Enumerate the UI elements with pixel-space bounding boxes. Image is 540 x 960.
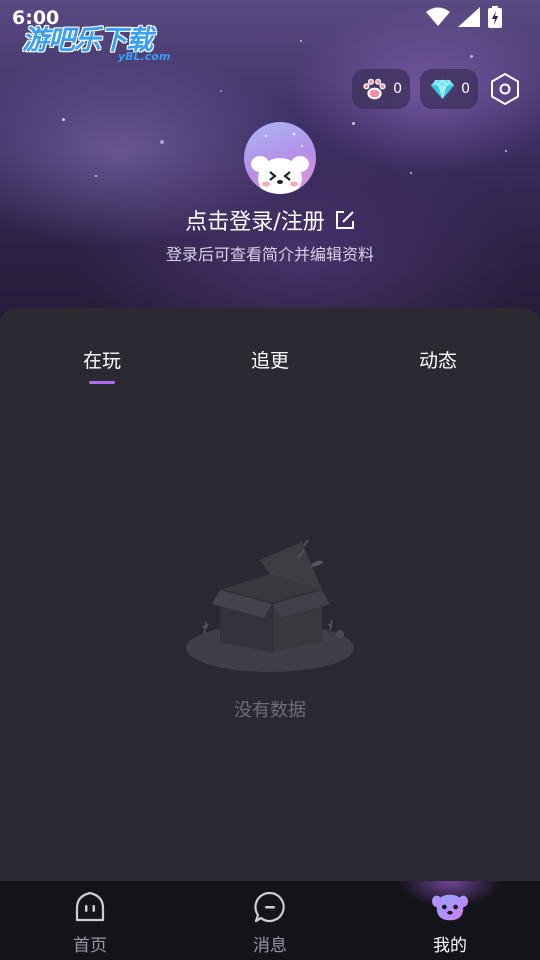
signal-icon — [458, 7, 480, 27]
empty-box-icon — [186, 539, 354, 672]
nav-messages[interactable]: 消息 — [180, 881, 360, 960]
home-icon — [72, 889, 108, 925]
nav-home[interactable]: 首页 — [0, 881, 180, 960]
puppy-avatar-icon — [251, 132, 309, 194]
watermark-logo: 游吧乐下载 yBL.com — [18, 18, 188, 70]
wifi-icon — [426, 7, 450, 26]
diamond-pill[interactable]: 0 — [420, 69, 478, 109]
empty-state-text: 没有数据 — [234, 700, 306, 721]
nav-profile[interactable]: 我的 — [360, 881, 540, 960]
tab-following[interactable]: 追更 — [210, 346, 330, 373]
watermark-domain: yBL.com — [118, 50, 171, 63]
settings-button[interactable] — [486, 70, 524, 108]
battery-icon — [488, 6, 502, 28]
tab-playing[interactable]: 在玩 — [42, 346, 162, 373]
edit-icon[interactable] — [335, 210, 355, 230]
login-row[interactable]: 点击登录/注册 — [0, 204, 540, 236]
tab-activity[interactable]: 动态 — [378, 346, 498, 373]
tab-bar: 在玩 追更 动态 — [0, 346, 540, 386]
login-register-link[interactable]: 点击登录/注册 — [185, 204, 324, 236]
diamond-value: 0 — [461, 81, 470, 97]
status-icons — [426, 6, 502, 28]
profile-dog-icon — [432, 889, 468, 925]
message-icon — [252, 889, 288, 925]
content-panel: 在玩 追更 动态 没有数据 — [0, 308, 540, 882]
nav-home-label: 首页 — [73, 936, 107, 956]
active-tab-indicator — [89, 381, 115, 384]
hexagon-settings-icon — [491, 72, 519, 106]
bottom-nav: 首页 消息 我的 — [0, 881, 540, 960]
nav-profile-label: 我的 — [433, 936, 467, 956]
nav-messages-label: 消息 — [253, 936, 287, 956]
paw-points-pill[interactable]: 0 — [352, 69, 410, 109]
paw-icon — [363, 78, 386, 100]
paw-points-value: 0 — [393, 81, 402, 97]
diamond-icon — [430, 79, 455, 99]
user-avatar[interactable] — [244, 122, 316, 194]
login-subtitle: 登录后可查看简介并编辑资料 — [165, 245, 374, 264]
